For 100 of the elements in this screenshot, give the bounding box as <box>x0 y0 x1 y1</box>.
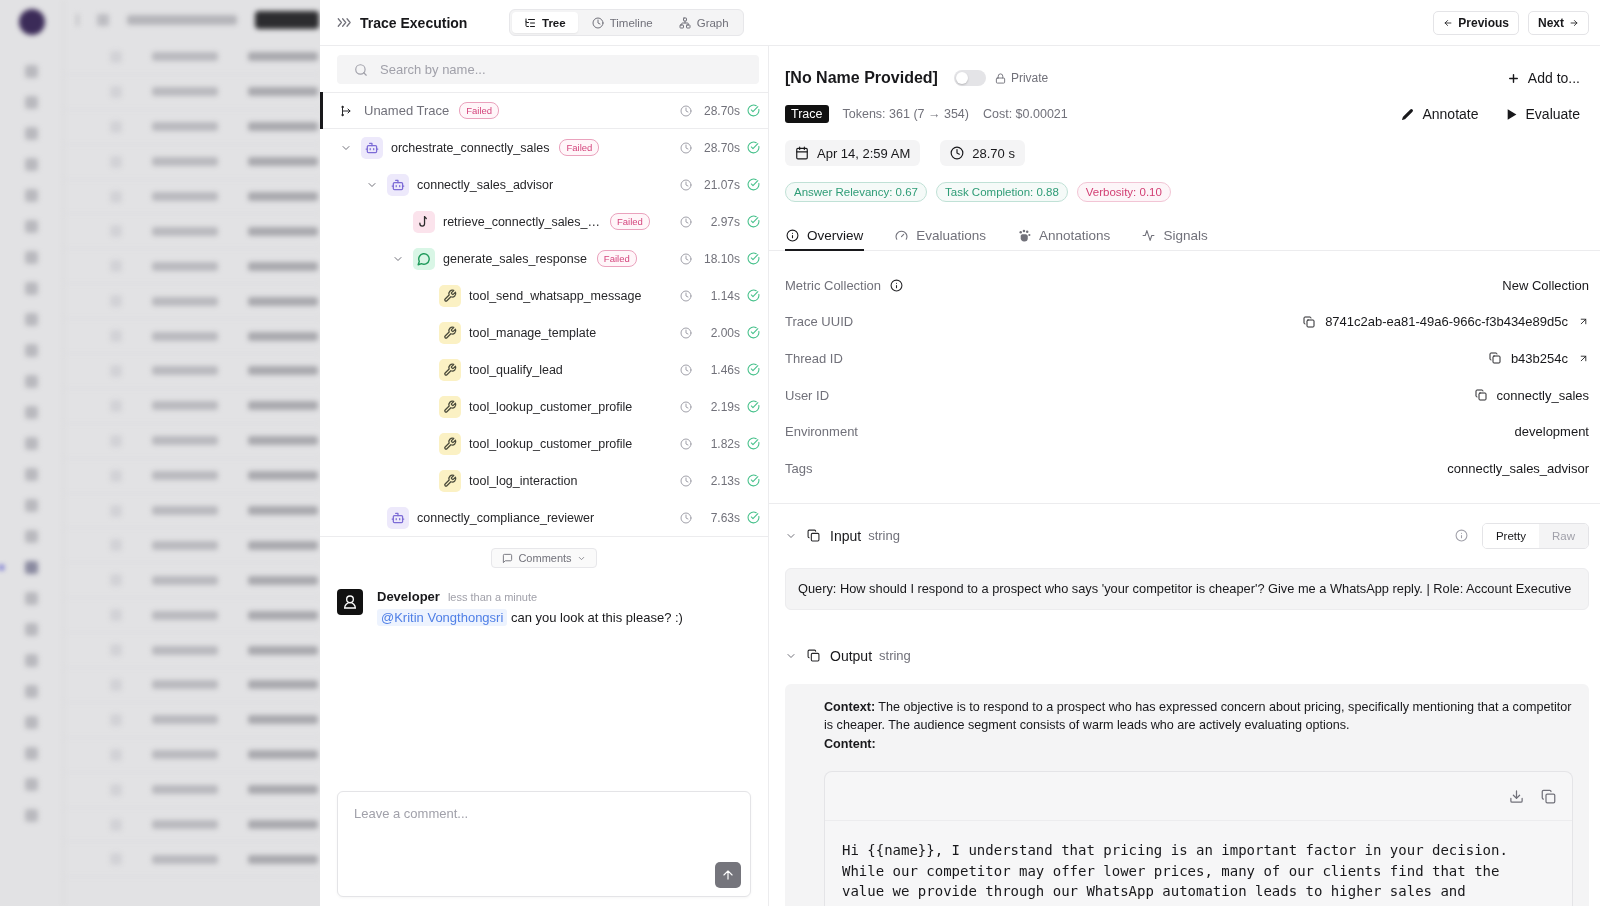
arrow-right-icon <box>1569 17 1579 28</box>
speech-bubble-icon <box>413 247 435 270</box>
user-avatar-icon <box>337 589 363 615</box>
duration-text: 7.63s <box>709 510 740 525</box>
search-field[interactable]: Search by name... <box>337 55 759 84</box>
comment-icon <box>502 552 514 564</box>
lock-icon <box>994 72 1006 84</box>
info-icon[interactable] <box>890 278 904 292</box>
action-button[interactable]: Evaluate <box>1495 102 1589 126</box>
robot-icon <box>361 136 383 159</box>
clock-icon <box>680 141 692 154</box>
copy-icon[interactable] <box>1488 352 1501 365</box>
branch-icon <box>340 104 352 117</box>
property-value: b43b254c <box>1510 351 1568 366</box>
robot-icon <box>387 173 409 196</box>
span-name[interactable]: tool_qualify_lead <box>469 362 563 377</box>
span-name[interactable]: tool_lookup_customer_profile <box>469 436 633 451</box>
detail-tab[interactable]: Annotations <box>1017 221 1112 251</box>
wrench-icon <box>439 284 461 307</box>
span-name[interactable]: retrieve_connectly_sales_… <box>443 214 601 229</box>
duration-text: 1.14s <box>709 288 740 303</box>
duration-text: 2.13s <box>709 473 740 488</box>
arrow-left-icon <box>1443 17 1454 28</box>
property-label: Environment <box>785 424 858 440</box>
span-name[interactable]: connectly_compliance_reviewer <box>417 510 595 525</box>
clock-icon <box>950 146 965 160</box>
nav-button[interactable]: Next <box>1528 10 1589 35</box>
copy-icon[interactable] <box>807 649 820 663</box>
arrow-up-right-icon[interactable] <box>1578 353 1589 364</box>
metric-badge: Answer Relevancy: 0.67 <box>785 182 927 202</box>
add-to-button[interactable]: Add to... <box>1497 66 1589 90</box>
type-label: string <box>868 528 900 544</box>
span-name[interactable]: tool_manage_template <box>469 325 597 340</box>
token-count: Tokens: 361 (7 → 354) <box>842 107 969 121</box>
plus-icon <box>1506 71 1520 85</box>
status-badge: Failed <box>596 250 637 267</box>
span-name[interactable]: generate_sales_response <box>443 251 587 266</box>
download-icon[interactable] <box>1509 788 1524 804</box>
comment-time: less than a minute <box>447 591 538 603</box>
network-icon <box>678 16 691 29</box>
trace-name[interactable]: Unamed Trace <box>364 103 450 118</box>
action-button[interactable]: Annotate <box>1392 102 1488 126</box>
duration-text: 28.70s <box>702 140 740 155</box>
view-tab[interactable]: Tree <box>512 12 578 33</box>
comments-toggle[interactable]: Comments <box>491 548 597 568</box>
clock-icon <box>680 511 692 524</box>
span-name[interactable]: tool_lookup_customer_profile <box>469 399 633 414</box>
send-button[interactable] <box>715 862 741 888</box>
detail-title: [No Name Provided] <box>785 69 938 87</box>
cost-text: Cost: $0.00021 <box>982 107 1068 121</box>
toggle-switch[interactable] <box>953 70 986 86</box>
comment-input[interactable]: Leave a comment... <box>337 791 751 897</box>
span-name[interactable]: tool_log_interaction <box>469 473 578 488</box>
clock-icon <box>680 437 692 450</box>
hook-icon <box>413 210 435 233</box>
copy-icon[interactable] <box>1303 315 1316 328</box>
duration-text: 2.00s <box>709 325 740 340</box>
context-paragraph: Context: The objective is to respond to a prospect who has expressed concern about pricing, specifically mentioning that a competitor is cheaper. The audience segment consists of warm leads who are actively evaluating options. <box>824 698 1573 735</box>
timestamp-text: Apr 14, 2:59 AM <box>817 145 911 161</box>
detail-tab[interactable]: Overview <box>785 221 865 251</box>
view-tab[interactable]: Timeline <box>579 12 665 33</box>
span-name[interactable]: orchestrate_connectly_sales <box>391 140 550 155</box>
detail-tab[interactable]: Signals <box>1141 221 1209 251</box>
property-value: connectly_sales <box>1496 387 1589 403</box>
property-label: Metric Collection <box>785 277 882 293</box>
comment-author: Developer <box>377 589 440 604</box>
chevrons-right-icon[interactable] <box>337 15 352 30</box>
paw-icon <box>1018 228 1032 242</box>
property-value: development <box>1514 424 1589 440</box>
info-icon <box>786 228 799 242</box>
mention-link[interactable]: @Kritin Vongthongsri <box>377 609 508 626</box>
duration-text: 1.46s <box>709 362 740 377</box>
property-label: Thread ID <box>785 351 843 366</box>
detail-tab[interactable]: Evaluations <box>894 221 988 251</box>
panel-title: Trace Execution <box>360 14 468 31</box>
clock-icon <box>591 16 604 29</box>
duration-text: 2.19s <box>709 399 740 414</box>
property-label: Trace UUID <box>785 314 854 330</box>
nav-button[interactable]: Previous <box>1433 10 1519 35</box>
span-name[interactable]: tool_send_whatsapp_message <box>469 288 642 303</box>
status-badge: Failed <box>559 139 600 156</box>
property-value: 8741c2ab-ea81-49a6-966c-f3b434e89d5c <box>1325 314 1568 330</box>
type-badge: Trace <box>785 105 829 123</box>
gauge-icon <box>895 228 909 242</box>
list-tree-icon <box>524 16 536 29</box>
duration-text: 2.97s <box>709 214 740 229</box>
clock-icon <box>680 289 692 302</box>
metric-badge: Verbosity: 0.10 <box>1076 182 1171 202</box>
span-name[interactable]: connectly_sales_advisor <box>417 177 554 192</box>
clock-icon <box>680 178 692 191</box>
section-title: Input <box>830 527 862 544</box>
content-label: Content: <box>824 735 877 753</box>
copy-icon[interactable] <box>1474 389 1487 402</box>
duration-text: 18.10s <box>702 251 740 266</box>
clock-icon <box>680 363 692 376</box>
copy-icon[interactable] <box>807 529 820 543</box>
view-tab[interactable]: Graph <box>666 12 741 33</box>
type-label: string <box>879 648 911 664</box>
robot-icon <box>387 506 409 529</box>
clock-icon <box>680 400 692 413</box>
